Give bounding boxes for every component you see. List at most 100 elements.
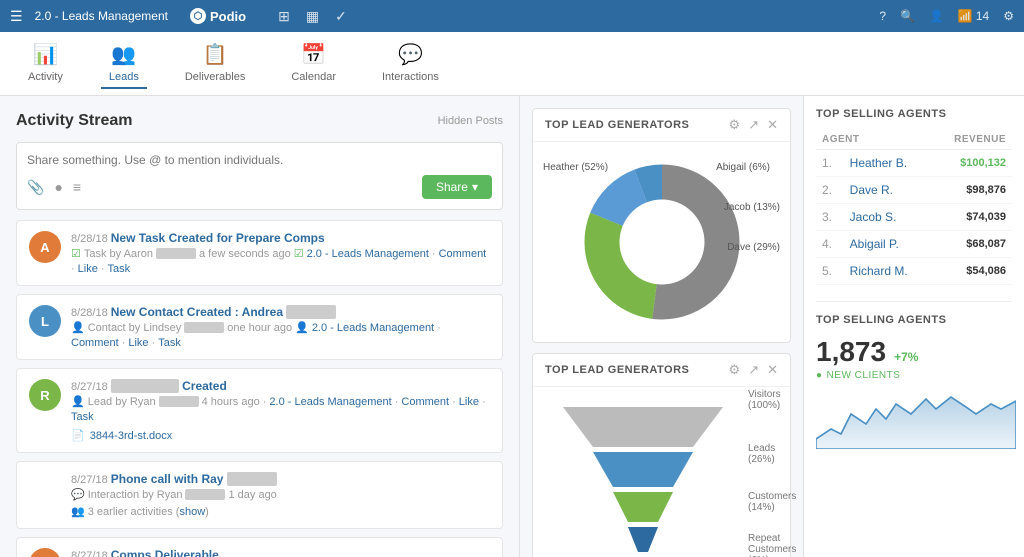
- agent-row-2: 2. Dave R. $98,876: [816, 177, 1012, 204]
- funnel-label-repeat: Repeat Customers (6%): [748, 533, 796, 557]
- nav-deliverables-label: Deliverables: [185, 71, 246, 83]
- search-icon[interactable]: 🔍: [900, 9, 915, 23]
- apps-icon[interactable]: ▦: [306, 8, 319, 25]
- agent-row-4: 4. Abigail P. $68,087: [816, 231, 1012, 258]
- gear-icon-2[interactable]: ⚙: [729, 362, 741, 378]
- hidden-posts-label[interactable]: Hidden Posts: [438, 115, 503, 127]
- mention-icon[interactable]: ●: [54, 179, 62, 196]
- activity-link-5[interactable]: Comps Deliverable: [111, 548, 219, 557]
- widget-controls-2: ⚙ ↗ ✕: [729, 362, 778, 378]
- sparkline-container: [816, 389, 1012, 449]
- agent-rank-3: 3.: [816, 204, 844, 231]
- avatar-3: R: [29, 379, 61, 411]
- hamburger-icon[interactable]: ☰: [10, 8, 23, 25]
- leads-icon: 👥: [111, 42, 136, 67]
- share-box: 📎 ● ≡ Share ▾: [16, 142, 503, 210]
- activity-link-1[interactable]: New Task Created for Prepare Comps: [111, 231, 325, 245]
- interaction-icon-4: 💬: [71, 488, 85, 501]
- nav-calendar[interactable]: 📅 Calendar: [283, 38, 344, 89]
- agent-name-2[interactable]: Dave R.: [844, 177, 932, 204]
- main-layout: Activity Stream Hidden Posts 📎 ● ≡ Share…: [0, 96, 1024, 557]
- agent-revenue-5: $54,086: [932, 258, 1012, 285]
- activity-link-3[interactable]: ████████ Created: [111, 379, 227, 393]
- activity-item-4-header: 8/27/18 Phone call with Ray ████ 💬 Inter…: [29, 472, 490, 518]
- divider: [816, 301, 1012, 302]
- activity-title: Activity Stream: [16, 112, 133, 130]
- widget-lead-generators-1: TOP LEAD GENERATORS ⚙ ↗ ✕: [532, 108, 791, 343]
- share-input[interactable]: [27, 153, 492, 167]
- agent-revenue-3: $74,039: [932, 204, 1012, 231]
- close-icon-2[interactable]: ✕: [767, 362, 778, 378]
- agent-name-3[interactable]: Jacob S.: [844, 204, 932, 231]
- activity-item-2-header: L 8/28/18 New Contact Created : Andrea █…: [29, 305, 490, 349]
- nav-bar: 📊 Activity 👥 Leads 📋 Deliverables 📅 Cale…: [0, 32, 1024, 96]
- nav-interactions[interactable]: 💬 Interactions: [374, 38, 447, 89]
- revenue-col-header: REVENUE: [932, 130, 1012, 150]
- sparkline-chart: [816, 389, 1016, 449]
- grid-icon[interactable]: ⊞: [278, 8, 290, 25]
- agent-rank-4: 4.: [816, 231, 844, 258]
- agent-col-header: AGENT: [816, 130, 932, 150]
- activity-title-2: 8/28/18 New Contact Created : Andrea ███…: [71, 305, 490, 319]
- activity-title-5: 8/27/18 Comps Deliverable: [71, 548, 490, 557]
- activity-content-2: 8/28/18 New Contact Created : Andrea ███…: [71, 305, 490, 349]
- big-number: 1,873: [816, 336, 886, 368]
- interactions-icon: 💬: [398, 42, 423, 67]
- app-title: 2.0 - Leads Management: [35, 9, 168, 23]
- activity-item-5: A 8/27/18 Comps Deliverable 📋 Deliverabl…: [16, 537, 503, 557]
- activity-header: Activity Stream Hidden Posts: [16, 112, 503, 130]
- nav-activity-label: Activity: [28, 71, 63, 83]
- check-nav-icon[interactable]: ✓: [335, 8, 347, 25]
- label-jacob: Jacob (13%): [724, 202, 780, 213]
- attach-icon[interactable]: 📎: [27, 179, 44, 196]
- agent-name-4[interactable]: Abigail P.: [844, 231, 932, 258]
- lead-icon-3: 👤: [71, 395, 85, 408]
- agent-name-1[interactable]: Heather B.: [844, 150, 932, 177]
- funnel-label-customers: Customers (14%): [748, 491, 796, 513]
- earlier-activities-4: 👥 3 earlier activities (show): [71, 505, 490, 518]
- contact-icon-2: 👤: [71, 321, 85, 334]
- share-icons: 📎 ● ≡: [27, 179, 81, 196]
- nav-activity[interactable]: 📊 Activity: [20, 38, 71, 89]
- user-icon[interactable]: 👤: [929, 9, 944, 23]
- agent-revenue-1: $100,132: [932, 150, 1012, 177]
- share-actions: 📎 ● ≡ Share ▾: [27, 175, 492, 199]
- activity-link-2[interactable]: New Contact Created : Andrea ████: [111, 305, 337, 319]
- help-icon[interactable]: ?: [879, 9, 886, 23]
- funnel-label-visitors: Visitors (100%): [748, 389, 796, 411]
- activity-stream-col: Activity Stream Hidden Posts 📎 ● ≡ Share…: [0, 96, 520, 557]
- funnel-chart: [543, 397, 743, 557]
- widget-title-2: TOP LEAD GENERATORS: [545, 364, 689, 376]
- agent-name-5[interactable]: Richard M.: [844, 258, 932, 285]
- activity-link-4[interactable]: Phone call with Ray ████: [111, 472, 277, 486]
- gear-icon-1[interactable]: ⚙: [729, 117, 741, 133]
- expand-icon-1[interactable]: ↗: [748, 117, 759, 133]
- nav-leads[interactable]: 👥 Leads: [101, 38, 147, 89]
- share-button[interactable]: Share ▾: [422, 175, 492, 199]
- notification-icon[interactable]: 📶 14: [958, 9, 989, 23]
- activity-title-1: 8/28/18 New Task Created for Prepare Com…: [71, 231, 490, 245]
- activity-content-1: 8/28/18 New Task Created for Prepare Com…: [71, 231, 490, 275]
- activity-icon: 📊: [33, 42, 58, 67]
- agent-table: AGENT REVENUE 1. Heather B. $100,132 2. …: [816, 130, 1012, 285]
- format-icon[interactable]: ≡: [73, 179, 81, 196]
- new-clients-label: NEW CLIENTS: [816, 370, 1012, 381]
- calendar-icon: 📅: [301, 42, 326, 67]
- activity-meta-2: 👤 Contact by Lindsey ███ one hour ago 👤 …: [71, 321, 490, 349]
- expand-icon-2[interactable]: ↗: [748, 362, 759, 378]
- agent-row-1: 1. Heather B. $100,132: [816, 150, 1012, 177]
- settings-icon[interactable]: ⚙: [1003, 9, 1014, 23]
- top-selling-title-2: TOP SELLING AGENTS: [816, 314, 1012, 326]
- agent-rank-5: 5.: [816, 258, 844, 285]
- widget-title-1: TOP LEAD GENERATORS: [545, 119, 689, 131]
- agent-rank-1: 1.: [816, 150, 844, 177]
- widget-body-2: Visitors (100%) Leads (26%) Customers (1…: [533, 387, 790, 557]
- podio-logo: ⬡ Podio: [190, 8, 246, 24]
- activity-item-4: 8/27/18 Phone call with Ray ████ 💬 Inter…: [16, 461, 503, 529]
- activity-meta-3: 👤 Lead by Ryan ███ 4 hours ago · 2.0 - L…: [71, 395, 490, 423]
- nav-deliverables[interactable]: 📋 Deliverables: [177, 38, 254, 89]
- agent-revenue-2: $98,876: [932, 177, 1012, 204]
- close-icon-1[interactable]: ✕: [767, 117, 778, 133]
- right-col: TOP SELLING AGENTS AGENT REVENUE 1. Heat…: [804, 96, 1024, 557]
- label-dave: Dave (29%): [727, 242, 780, 253]
